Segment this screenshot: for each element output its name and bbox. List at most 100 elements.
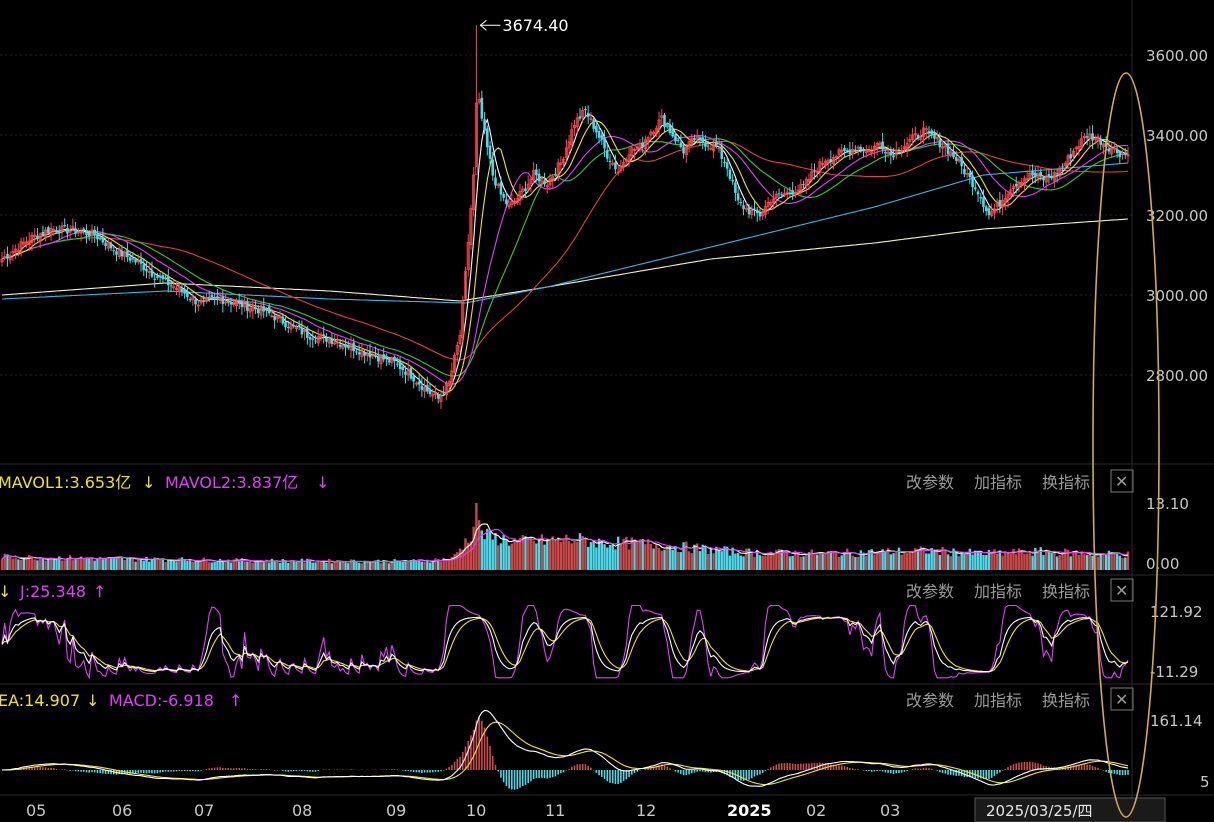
volume-bar xyxy=(878,551,882,570)
candle-body xyxy=(731,179,734,182)
candle-body xyxy=(82,228,86,231)
modify-params-button[interactable]: 改参数 xyxy=(906,582,954,601)
candle-body xyxy=(131,258,135,260)
candle-body xyxy=(987,208,991,216)
volume-bar xyxy=(687,551,691,570)
volume-bar xyxy=(646,539,650,570)
close-panel-button[interactable]: ✕ xyxy=(1110,578,1134,602)
switch-indicator-button[interactable]: 换指标 xyxy=(1042,582,1090,601)
candle-body xyxy=(1039,172,1043,177)
candle-body xyxy=(213,297,216,299)
volume-bar xyxy=(295,561,298,570)
candle-body xyxy=(36,235,39,239)
candle-body xyxy=(586,112,590,117)
add-indicator-button[interactable]: 加指标 xyxy=(974,691,1022,710)
volume-bar xyxy=(513,538,516,570)
volume-bar xyxy=(1077,555,1081,570)
stock-chart[interactable]: 3674.40 3600.00 3400.00 3200.00 3000.00 … xyxy=(0,0,1214,822)
volume-bar xyxy=(570,543,574,570)
volume-bar xyxy=(829,551,833,570)
candle-body xyxy=(701,137,704,143)
volume-bar xyxy=(518,537,522,570)
volume-bar xyxy=(619,544,623,570)
candle-body xyxy=(483,119,486,131)
kdj-lines xyxy=(1,604,1129,680)
candle-body xyxy=(641,142,645,147)
close-panel-button[interactable]: ✕ xyxy=(1110,469,1134,493)
candle-body xyxy=(889,152,893,156)
modify-params-button[interactable]: 改参数 xyxy=(906,473,954,492)
volume-bar xyxy=(537,540,541,570)
volume-bar xyxy=(172,560,175,570)
candle-body xyxy=(954,157,958,161)
volume-bar xyxy=(401,561,404,570)
macd-indicator-header: EA:14.907 ↓ MACD:-6.918 ↑ xyxy=(0,691,242,710)
volume-bar xyxy=(1124,557,1127,570)
candle-body xyxy=(338,344,342,347)
volume-bar xyxy=(169,560,173,570)
candle-body xyxy=(584,109,587,111)
peak-price-label: 3674.40 xyxy=(502,16,568,35)
month-label: 03 xyxy=(880,801,900,820)
macd-panel[interactable]: EA:14.907 ↓ MACD:-6.918 ↑ 改参数 加指标 换指标 ✕ … xyxy=(0,687,1210,791)
mavol1-label: MAVOL1:3.653亿 xyxy=(0,473,131,492)
volume-bar xyxy=(559,542,563,570)
volume-bar xyxy=(638,539,642,570)
volume-bar xyxy=(1023,553,1026,570)
candle-body xyxy=(676,139,680,141)
candle-body xyxy=(216,296,219,299)
price-panel[interactable]: 3674.40 xyxy=(0,16,1130,409)
candle-body xyxy=(758,213,762,217)
volume-bar xyxy=(706,553,710,570)
add-indicator-button[interactable]: 加指标 xyxy=(974,582,1022,601)
candle-body xyxy=(267,306,271,314)
candle-body xyxy=(753,208,756,210)
add-indicator-button[interactable]: 加指标 xyxy=(974,473,1022,492)
volume-bar xyxy=(0,559,4,570)
volume-bar xyxy=(497,545,500,570)
candle-body xyxy=(55,231,58,233)
macd-value-label: MACD:-6.918 xyxy=(109,691,214,710)
volume-bar xyxy=(1055,556,1059,570)
candle-body xyxy=(597,130,601,138)
volume-bar xyxy=(1009,553,1012,570)
volume-bar xyxy=(25,559,28,570)
volume-bar xyxy=(128,557,132,570)
candle-body xyxy=(393,357,396,362)
candle-body xyxy=(161,275,165,280)
volume-bar xyxy=(387,563,391,570)
volume-bar xyxy=(360,563,364,570)
macd-tick-label: 161.14 xyxy=(1150,712,1203,730)
volume-bar xyxy=(679,552,683,570)
volume-panel[interactable]: MAVOL1:3.653亿 ↓ MAVOL2:3.837亿 ↓ 改参数 加指标 … xyxy=(0,469,1189,573)
volume-bar xyxy=(1001,555,1004,570)
close-panel-button[interactable]: ✕ xyxy=(1110,687,1134,711)
candlesticks xyxy=(0,25,1130,409)
kdj-panel[interactable]: ↓ J:25.348 ↑ 改参数 加指标 换指标 ✕ 121.92 -11.29 xyxy=(0,578,1203,681)
volume-bar xyxy=(704,545,707,570)
volume-bar xyxy=(188,559,192,570)
volume-bar xyxy=(843,552,846,570)
volume-bar xyxy=(548,540,552,570)
candle-body xyxy=(499,182,503,195)
volume-bar xyxy=(439,561,443,570)
modify-params-button[interactable]: 改参数 xyxy=(906,691,954,710)
candle-body xyxy=(979,196,983,199)
volume-bar xyxy=(955,552,958,570)
volume-bar xyxy=(824,553,827,570)
volume-bar xyxy=(796,553,800,570)
volume-bar xyxy=(974,550,977,570)
candle-body xyxy=(142,264,146,271)
volume-bar xyxy=(791,555,794,570)
volume-bar xyxy=(22,557,26,570)
volume-bar xyxy=(546,538,549,570)
volume-bar xyxy=(712,553,715,570)
switch-indicator-button[interactable]: 换指标 xyxy=(1042,691,1090,710)
candle-body xyxy=(494,177,497,186)
volume-bar xyxy=(297,561,301,570)
candle-body xyxy=(150,270,154,277)
candle-body xyxy=(153,278,156,280)
volume-bar xyxy=(551,536,554,570)
switch-indicator-button[interactable]: 换指标 xyxy=(1042,473,1090,492)
candle-body xyxy=(240,301,244,308)
